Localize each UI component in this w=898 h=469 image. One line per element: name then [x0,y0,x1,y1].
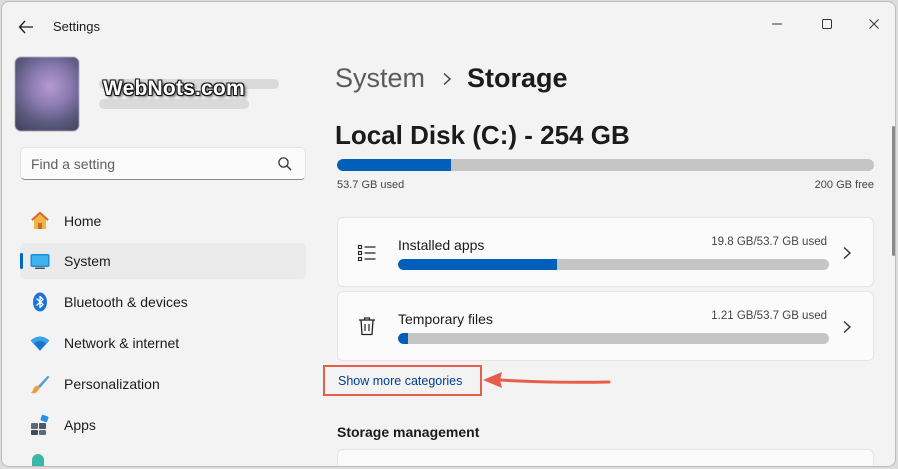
search-input[interactable] [21,148,271,179]
sidebar-item-partial-icon [32,454,44,466]
page-title: Storage [467,63,568,93]
disk-usage-bar [337,159,874,171]
chevron-right-icon [442,72,452,86]
storage-management-card[interactable] [337,449,874,466]
monitor-icon [29,250,51,272]
disk-used-label: 53.7 GB used [337,179,405,191]
minimize-icon [772,23,782,25]
sidebar-item-label: Bluetooth & devices [64,294,188,310]
sidebar-item-home[interactable]: Home [20,203,306,239]
apps-icon [29,414,51,436]
brush-icon [29,373,51,395]
sidebar-item-label: Apps [64,417,96,433]
category-usage-bar [398,333,829,344]
disk-title: Local Disk (C:) - 254 GB [335,120,630,150]
category-temporary-files[interactable]: Temporary files 1.21 GB/53.7 GB used [337,291,874,361]
sidebar-item-system[interactable]: System [20,243,306,279]
back-button[interactable] [12,14,40,40]
category-size: 19.8 GB/53.7 GB used [711,236,827,248]
breadcrumb-parent[interactable]: System [335,63,425,94]
app-title: Settings [53,19,100,34]
show-more-categories-link[interactable]: Show more categories [338,374,462,388]
bluetooth-icon [29,291,51,313]
sidebar-item-bluetooth[interactable]: Bluetooth & devices [20,284,306,320]
search-box[interactable] [20,147,306,180]
avatar [15,57,79,131]
category-usage-fill [398,259,558,270]
disk-usage-fill [337,159,451,171]
sidebar-item-apps[interactable]: Apps [20,407,306,443]
active-indicator [20,253,23,269]
disk-free-label: 200 GB free [814,179,874,191]
category-title: Installed apps [398,237,485,253]
close-icon [869,19,879,29]
category-size: 1.21 GB/53.7 GB used [711,310,827,322]
settings-window: Settings WebNots.com Find a setting Home… [1,1,896,467]
category-usage-bar [398,259,829,270]
sidebar-item-label: Home [64,213,102,229]
back-arrow-icon [18,20,33,34]
search-icon[interactable] [277,156,293,172]
wifi-icon [29,332,51,354]
sidebar-item-label: Network & internet [64,335,180,351]
chevron-right-icon [843,320,852,334]
scrollbar[interactable] [892,126,895,256]
chevron-right-icon [843,246,852,260]
storage-management-heading: Storage management [337,424,480,440]
maximize-icon [822,19,832,29]
category-usage-fill [398,333,408,344]
watermark: WebNots.com [103,77,245,100]
sidebar-item-label: System [64,253,111,269]
sidebar-item-personalization[interactable]: Personalization [20,366,306,402]
category-installed-apps[interactable]: Installed apps 19.8 GB/53.7 GB used [337,217,874,287]
category-title: Temporary files [398,311,493,327]
minimize-button[interactable] [754,8,800,40]
trash-icon [356,315,378,337]
breadcrumb: System Storage [335,63,568,94]
close-button[interactable] [851,8,895,40]
annotation-arrow [483,372,611,388]
home-icon [29,210,51,232]
sidebar-item-network[interactable]: Network & internet [20,325,306,361]
list-icon [356,242,378,264]
sidebar-item-label: Personalization [64,376,160,392]
maximize-button[interactable] [804,8,850,40]
highlight-box: Show more categories [323,365,482,396]
title-bar: Settings [2,2,895,50]
